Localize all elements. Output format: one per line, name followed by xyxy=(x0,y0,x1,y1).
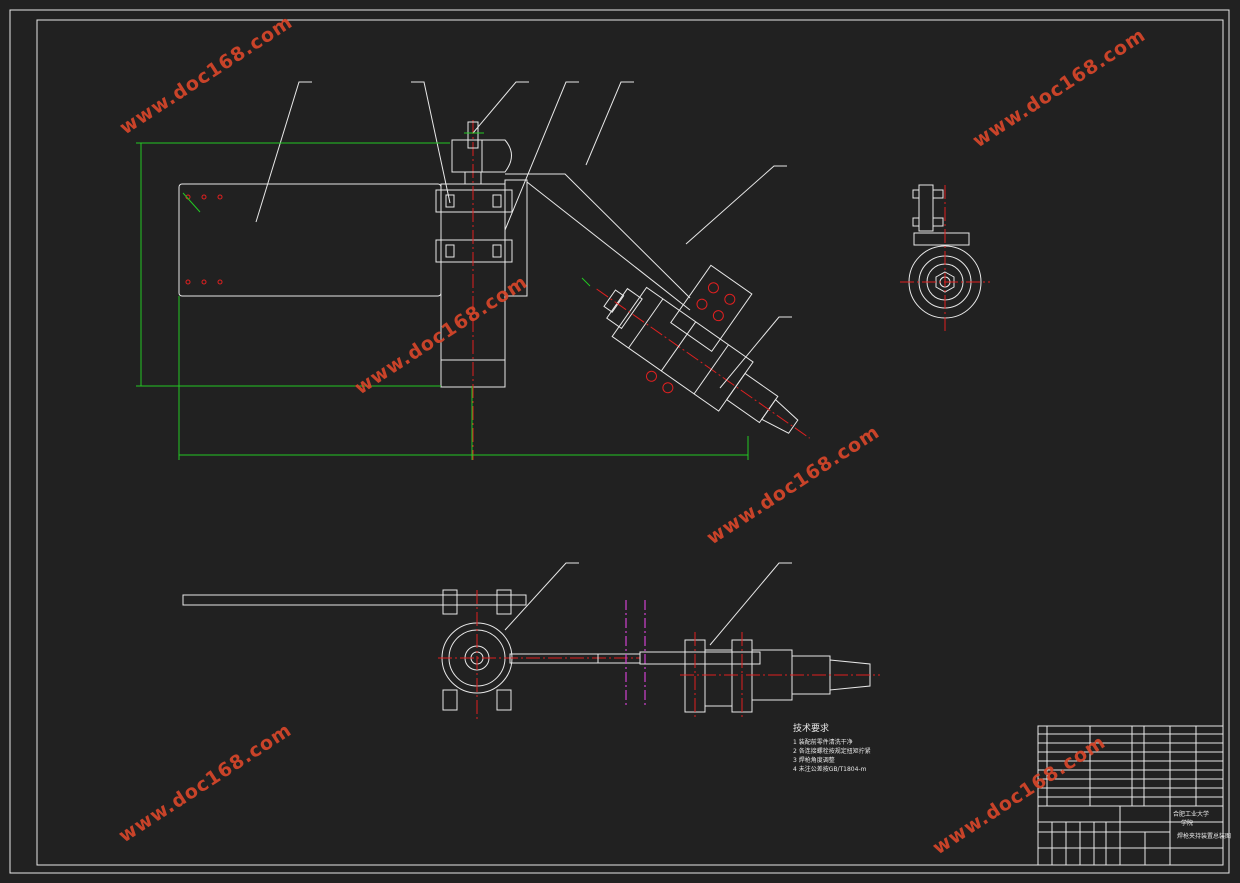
parts-list-grid xyxy=(1038,726,1223,865)
notes-line-4: 4 未注公差按GB/T1804-m xyxy=(793,765,867,773)
dept-name: 学院 xyxy=(1181,819,1193,827)
watermark: www.doc168.com xyxy=(115,719,296,847)
sheet-border xyxy=(9,9,1230,874)
drawing-title: 焊枪夹持装置总装图 xyxy=(1177,832,1231,840)
notes-line-3: 3 焊枪角度调整 xyxy=(793,756,835,764)
watermarks: www.doc168.com www.doc168.com www.doc168… xyxy=(115,11,1150,859)
side-view xyxy=(900,184,990,332)
title-block: 合肥工业大学 学院 焊枪夹持装置总装图 xyxy=(1037,725,1231,866)
watermark: www.doc168.com xyxy=(703,421,884,549)
watermark: www.doc168.com xyxy=(969,24,1150,152)
front-view xyxy=(136,81,810,460)
watermark: www.doc168.com xyxy=(116,11,297,139)
top-view xyxy=(182,562,880,720)
watermark: www.doc168.com xyxy=(929,731,1110,859)
notes-title: 技术要求 xyxy=(793,722,829,734)
school-name: 合肥工业大学 xyxy=(1173,810,1209,818)
notes-line-1: 1 装配前零件清洗干净 xyxy=(793,738,853,746)
cad-drawing-canvas: 技术要求 1 装配前零件清洗干净 2 各连接螺栓按规定扭矩拧紧 3 焊枪角度调整… xyxy=(9,9,1231,874)
notes-line-2: 2 各连接螺栓按规定扭矩拧紧 xyxy=(793,747,871,755)
technical-notes: 技术要求 1 装配前零件清洗干净 2 各连接螺栓按规定扭矩拧紧 3 焊枪角度调整… xyxy=(793,722,871,773)
